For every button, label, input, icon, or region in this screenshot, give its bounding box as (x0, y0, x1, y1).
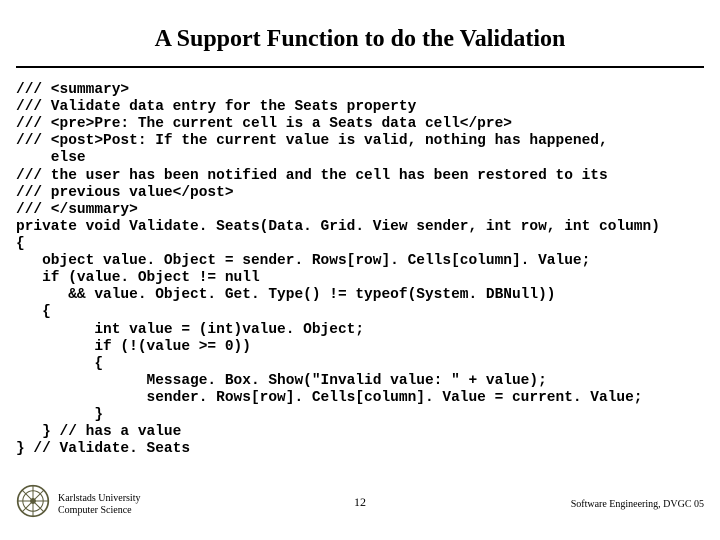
footer: Karlstads University Computer Science 12… (16, 478, 704, 518)
title-underline (16, 66, 704, 68)
course-label: Software Engineering, DVGC 05 (571, 499, 704, 510)
slide-title: A Support Function to do the Validation (0, 26, 720, 53)
code-block: /// <summary> /// Validate data entry fo… (16, 82, 704, 458)
slide: A Support Function to do the Validation … (0, 0, 720, 540)
